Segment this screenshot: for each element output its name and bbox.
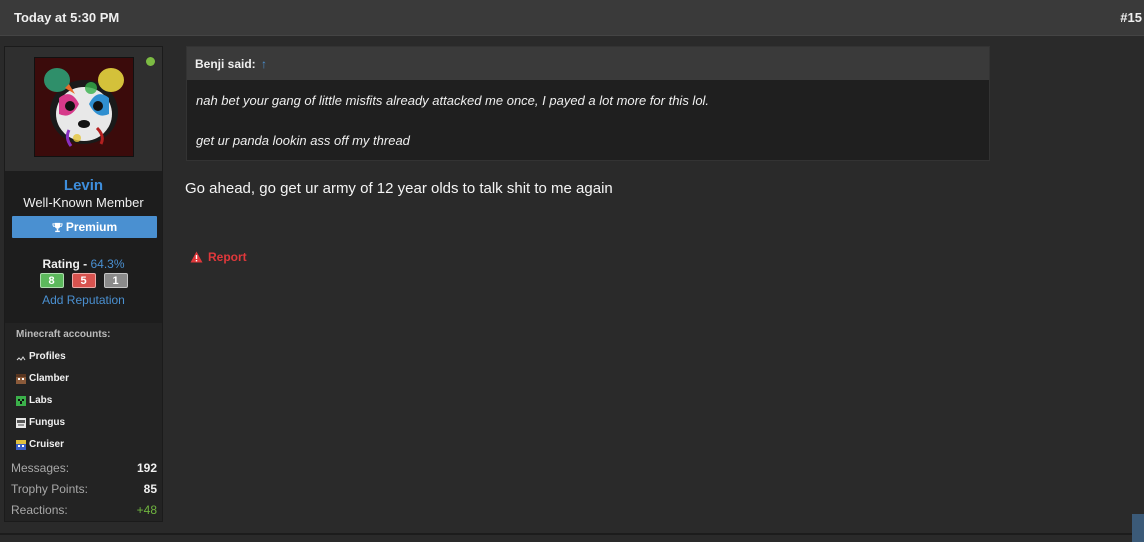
stat-label: Trophy Points: bbox=[11, 482, 88, 496]
stat-value[interactable]: 192 bbox=[137, 461, 157, 475]
warning-icon bbox=[190, 251, 203, 263]
rep-negative-badge[interactable]: 5 bbox=[71, 273, 96, 288]
post-divider bbox=[0, 533, 1144, 535]
account-item-profiles[interactable]: Profiles bbox=[16, 351, 66, 362]
account-item-labs[interactable]: Labs bbox=[16, 395, 52, 406]
user-sidebar: Levin Well-Known Member Premium Rating -… bbox=[4, 46, 163, 522]
add-reputation-link[interactable]: Add Reputation bbox=[5, 293, 162, 307]
jump-to-quote-icon[interactable]: ↑ bbox=[261, 57, 267, 71]
stat-label: Reactions: bbox=[11, 503, 68, 517]
profiles-skin-icon bbox=[16, 351, 26, 362]
report-label: Report bbox=[208, 250, 247, 264]
minecraft-accounts-title: Minecraft accounts: bbox=[16, 329, 111, 340]
clamber-skin-icon bbox=[16, 373, 26, 384]
panda-avatar-image bbox=[35, 58, 133, 156]
rating-value: 64.3% bbox=[90, 257, 125, 271]
avatar[interactable] bbox=[34, 57, 134, 157]
post-body: Go ahead, go get ur army of 12 year olds… bbox=[185, 180, 613, 197]
stat-trophy-points: Trophy Points: 85 bbox=[11, 482, 157, 496]
premium-label: Premium bbox=[65, 220, 118, 234]
rating-line: Rating - 64.3% bbox=[5, 257, 162, 271]
account-label: Fungus bbox=[29, 417, 66, 428]
post-timestamp[interactable]: Today at 5:30 PM bbox=[14, 10, 119, 25]
user-title: Well-Known Member bbox=[23, 195, 144, 210]
labs-skin-icon bbox=[16, 395, 26, 406]
quote-line: nah bet your gang of little misfits alre… bbox=[196, 93, 710, 108]
post-header-bar: Today at 5:30 PM #15 bbox=[0, 0, 1144, 36]
reputation-badges: 8 5 1 bbox=[5, 273, 162, 288]
quote-block: Benji said: ↑ nah bet your gang of littl… bbox=[186, 46, 990, 161]
stat-value[interactable]: 85 bbox=[144, 482, 157, 496]
premium-banner: Premium bbox=[12, 216, 157, 238]
post-number-link[interactable]: #15 bbox=[1120, 10, 1142, 25]
stat-reactions: Reactions: +48 bbox=[11, 503, 157, 517]
account-label: Profiles bbox=[29, 351, 66, 362]
quote-author[interactable]: Benji said: ↑ bbox=[195, 57, 267, 71]
account-label: Labs bbox=[29, 395, 53, 406]
account-item-cruiser[interactable]: Cruiser bbox=[16, 439, 64, 450]
quote-header: Benji said: ↑ bbox=[187, 47, 989, 80]
stat-messages: Messages: 192 bbox=[11, 461, 157, 475]
quote-author-label: Benji said: bbox=[195, 57, 256, 71]
online-status-dot bbox=[146, 57, 155, 66]
cruiser-skin-icon bbox=[16, 439, 26, 450]
account-item-clamber[interactable]: Clamber bbox=[16, 373, 69, 384]
user-info-block: Levin Well-Known Member Premium Rating -… bbox=[5, 171, 162, 323]
trophy-icon bbox=[52, 222, 63, 232]
fungus-skin-icon bbox=[16, 417, 26, 428]
stat-label: Messages: bbox=[11, 461, 70, 475]
username-link[interactable]: Levin bbox=[5, 177, 162, 194]
rep-positive-badge[interactable]: 8 bbox=[39, 273, 64, 288]
quote-line: get ur panda lookin ass off my thread bbox=[196, 133, 410, 148]
rep-neutral-badge[interactable]: 1 bbox=[103, 273, 128, 288]
stat-value: +48 bbox=[136, 503, 157, 517]
rating-label: Rating - bbox=[42, 257, 88, 271]
account-label: Clamber bbox=[29, 373, 70, 384]
report-button[interactable]: Report bbox=[190, 250, 247, 264]
account-label: Cruiser bbox=[29, 439, 65, 450]
scroll-to-top-button[interactable] bbox=[1132, 514, 1144, 542]
avatar-area bbox=[5, 47, 162, 171]
account-item-fungus[interactable]: Fungus bbox=[16, 417, 65, 428]
